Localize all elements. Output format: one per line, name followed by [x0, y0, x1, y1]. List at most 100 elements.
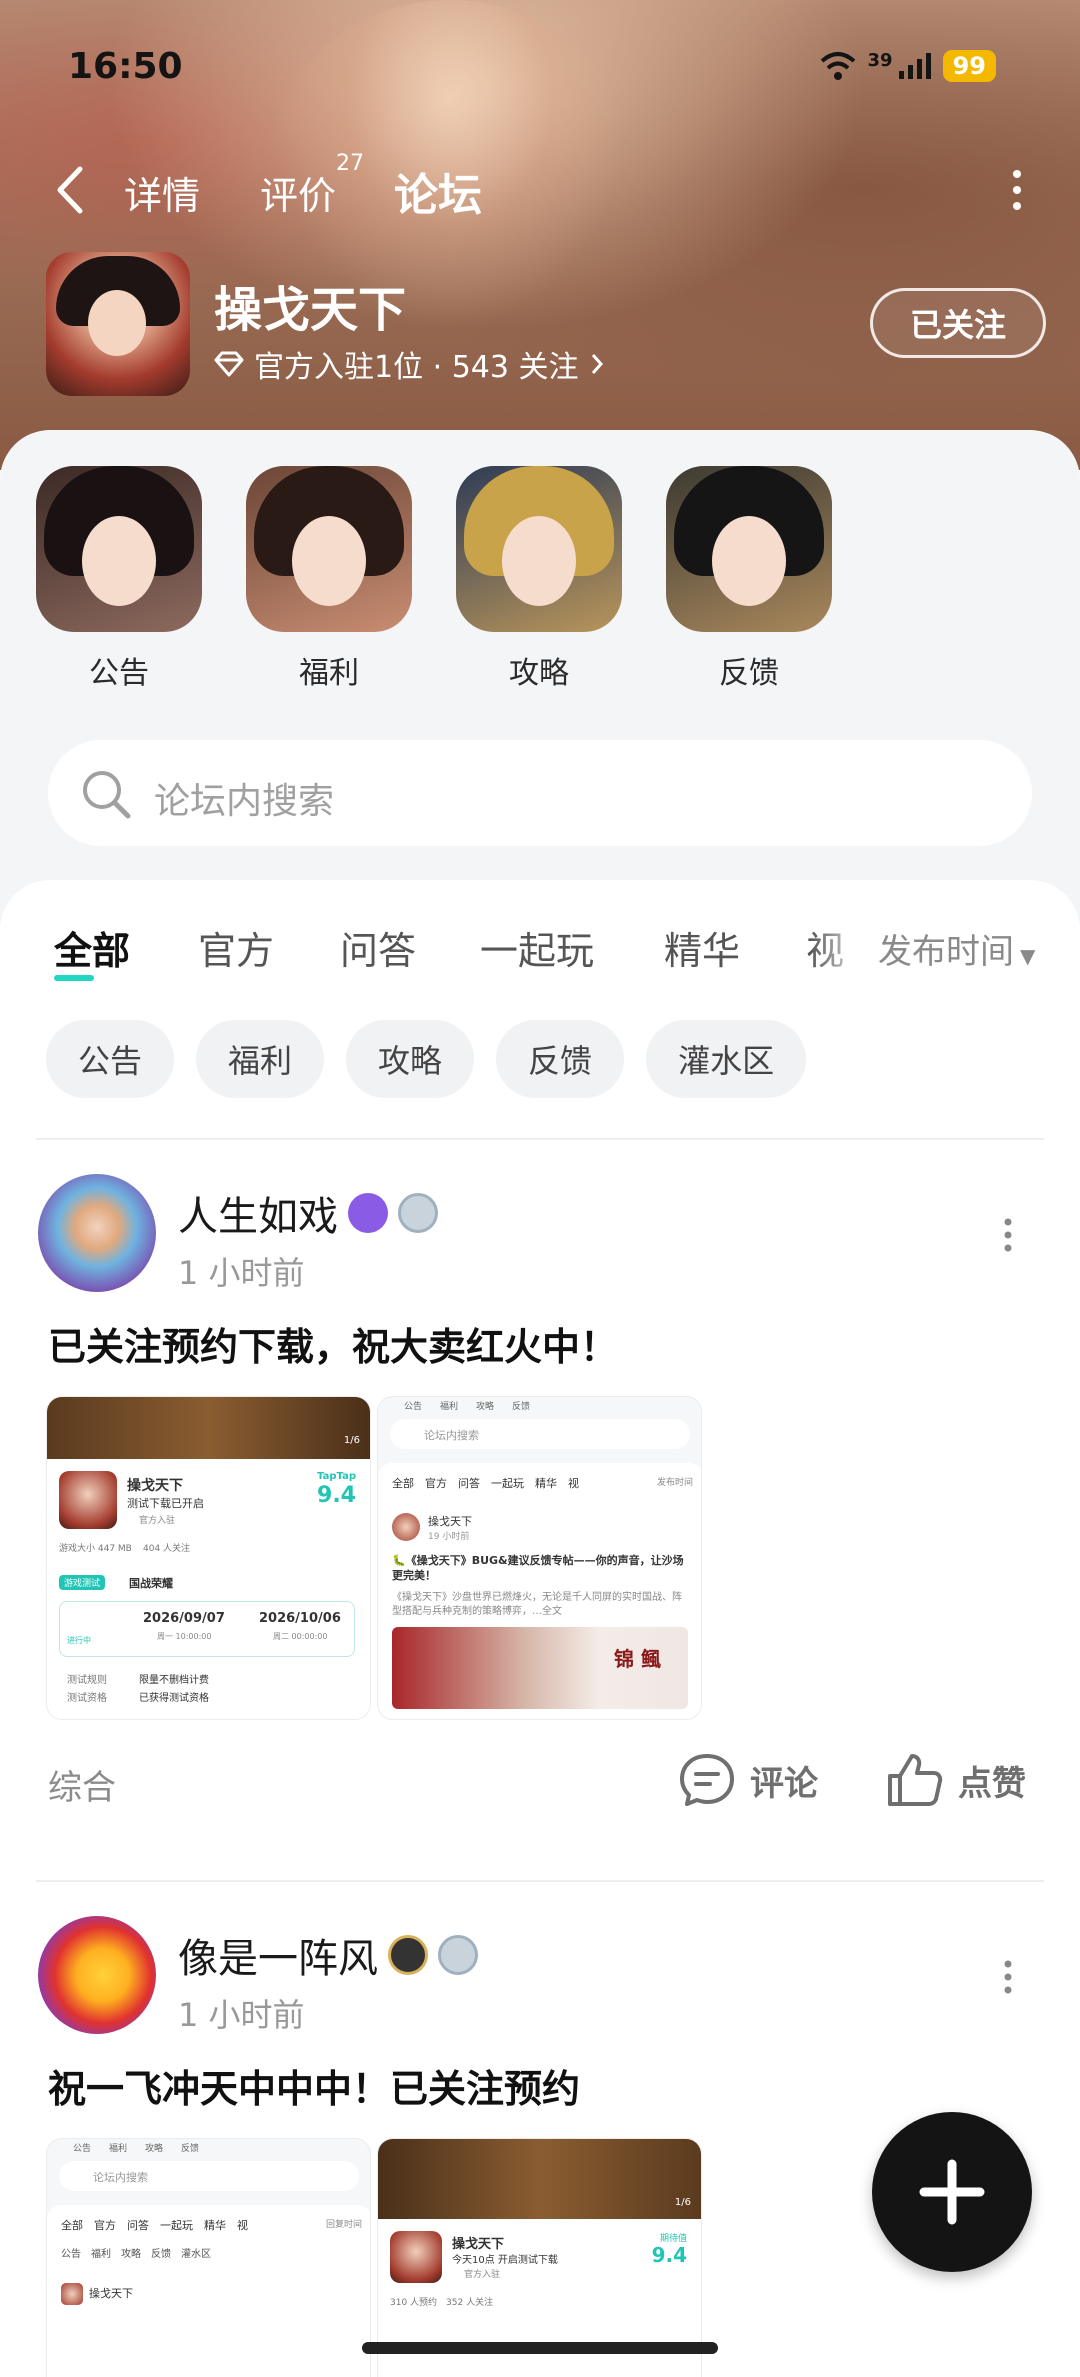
divider [36, 1138, 1044, 1140]
tab-reviews[interactable]: 评价 [260, 165, 336, 220]
mini-rule-value: 已获得测试资格 [139, 1693, 209, 1704]
divider [36, 1880, 1044, 1882]
mini-date-end: 2026/10/06 [259, 1611, 341, 1626]
post-image[interactable]: 公告 福利 攻略 反馈 论坛内搜索 全部 官方 问答 一起玩 精华 视 回复时间… [46, 2138, 371, 2377]
mini-rule-value: 限量不删档计费 [139, 1675, 209, 1686]
guide-thumbnail [456, 466, 622, 632]
status-bar: 16:50 39 99 [0, 40, 1080, 100]
mini-chips: 公告 福利 攻略 反馈 灌水区 [61, 2249, 211, 2260]
shortcut-guide[interactable]: 攻略 [454, 466, 624, 692]
game-meta[interactable]: 官方入驻1位 · 543 关注 [214, 342, 605, 386]
announcement-thumbnail [36, 466, 202, 632]
image-counter: 1/6 [343, 1435, 360, 1446]
status-icons: 39 99 [818, 50, 996, 82]
sort-dropdown[interactable]: 发布时间 ▼ [872, 924, 1036, 973]
shortcut-label: 福利 [299, 656, 359, 691]
diamond-icon [214, 351, 244, 377]
mini-tabs: 公告 福利 攻略 反馈 [73, 2144, 200, 2154]
network-label: 39 [867, 50, 893, 71]
post-images: 1/6 操戈天下 测试下载已开启 官方入驻 TapTap 9.4 游戏大小 44… [46, 1396, 702, 1720]
user-avatar[interactable] [38, 1916, 156, 2034]
mini-official: 官方入驻 [139, 1516, 176, 1526]
mini-banner-text: 锦 鲺 [614, 1647, 661, 1671]
more-vertical-icon[interactable] [1012, 169, 1022, 211]
category-chips: 公告 福利 攻略 反馈 灌水区 [46, 1020, 807, 1098]
post-author[interactable]: 人生如戏 [178, 1184, 438, 1242]
signal-icon [898, 53, 931, 79]
tab-details[interactable]: 详情 [124, 165, 200, 220]
chip-announcement[interactable]: 公告 [46, 1020, 175, 1098]
post-time: 1 小时前 [178, 1254, 305, 1292]
mini-tabs: 公告 福利 攻略 反馈 [404, 1402, 531, 1412]
comment-button[interactable]: 评论 [678, 1752, 818, 1808]
mini-official: 官方入驻 [464, 2270, 501, 2280]
follow-button[interactable]: 已关注 [870, 288, 1046, 358]
mini-sort: 回复时间 [325, 2217, 362, 2230]
shortcut-feedback[interactable]: 反馈 [664, 466, 834, 692]
mini-score: 9.4 [317, 1483, 356, 1508]
user-avatar[interactable] [38, 1174, 156, 1292]
new-post-button[interactable] [868, 2108, 1036, 2276]
more-vertical-icon[interactable] [1004, 1960, 1012, 1994]
chip-welfare[interactable]: 福利 [196, 1020, 325, 1098]
mini-test-name: 国战荣耀 [129, 1577, 173, 1590]
mini-follows: 404 人关注 [143, 1544, 191, 1554]
like-label: 点赞 [958, 1763, 1026, 1804]
username-text: 像是一阵风 [178, 1936, 378, 1982]
mini-subtitle: 今天10点 开启测试下载 [452, 2255, 558, 2266]
username-text: 人生如戏 [178, 1194, 338, 1240]
shortcut-welfare[interactable]: 福利 [244, 466, 414, 692]
welfare-thumbnail [246, 466, 412, 632]
post-category[interactable]: 综合 [48, 1760, 116, 1809]
comment-icon [680, 1754, 734, 1806]
mini-post-body: 《操戈天下》沙盘世界已燃烽火，无论是千人同屏的实时国战、阵型搭配与兵种克制的策略… [392, 1592, 682, 1617]
post-image[interactable]: 公告 福利 攻略 反馈 论坛内搜索 全部 官方 问答 一起玩 精华 视 发布时间… [377, 1396, 702, 1720]
shortcut-announcement[interactable]: 公告 [34, 466, 204, 692]
mini-author: 操戈天下 [428, 1515, 472, 1528]
sort-label: 发布时间 [878, 932, 1014, 972]
filter-tab-featured[interactable]: 精华 [664, 920, 740, 975]
chip-chat[interactable]: 灌水区 [646, 1020, 807, 1098]
tab-forum[interactable]: 论坛 [394, 159, 482, 223]
mini-stats: 310 人预约 352 人关注 [390, 2298, 494, 2308]
mini-filter-tabs: 全部 官方 问答 一起玩 精华 视 [392, 1477, 579, 1490]
taptap-badge-icon [438, 1935, 478, 1975]
chip-feedback[interactable]: 反馈 [496, 1020, 625, 1098]
mini-post-title: 🐛《操戈天下》BUG&建议反馈专帖——你的声音，让沙场更完美！ [392, 1554, 684, 1582]
plus-icon [919, 2159, 985, 2225]
mini-date-end-sub: 周二 00:00:00 [273, 1632, 328, 1641]
wifi-icon [820, 52, 855, 80]
image-counter: 1/6 [674, 2197, 691, 2208]
mini-author: 操戈天下 [89, 2287, 133, 2300]
post-author[interactable]: 像是一阵风 [178, 1926, 478, 1984]
mini-rule-key: 测试资格 [67, 1693, 107, 1704]
post-title: 祝一飞冲天中中中！已关注预约 [48, 2067, 581, 2111]
post-image[interactable]: 1/6 操戈天下 测试下载已开启 官方入驻 TapTap 9.4 游戏大小 44… [46, 1396, 371, 1720]
shortcut-label: 攻略 [509, 656, 569, 691]
more-vertical-icon[interactable] [1004, 1218, 1012, 1252]
mini-date-start-sub: 周一 10:00:00 [157, 1632, 212, 1641]
filter-tab-all[interactable]: 全部 [54, 920, 130, 981]
comment-label: 评论 [750, 1763, 818, 1804]
filter-tab-play-together[interactable]: 一起玩 [480, 920, 594, 975]
mini-time: 19 小时前 [428, 1532, 470, 1542]
game-icon[interactable] [46, 252, 190, 396]
filter-tab-official[interactable]: 官方 [198, 920, 274, 975]
shortcut-label: 公告 [89, 656, 149, 691]
level-badge-icon [348, 1193, 388, 1233]
game-title: 操戈天下 [214, 282, 407, 338]
mini-subtitle: 测试下载已开启 [127, 1497, 204, 1510]
chip-guide[interactable]: 攻略 [346, 1020, 475, 1098]
mini-date-start: 2026/09/07 [143, 1611, 225, 1626]
post-footer: 综合 评论 点赞 [48, 1750, 1032, 1810]
home-indicator[interactable] [362, 2342, 718, 2354]
like-button[interactable]: 点赞 [886, 1752, 1026, 1808]
filter-tab-qa[interactable]: 问答 [340, 920, 416, 975]
mini-size: 游戏大小 447 MB [59, 1544, 132, 1554]
mini-search: 论坛内搜索 [424, 1429, 479, 1442]
filter-tabs: 全部 官方 问答 一起玩 精华 视 发布时间▼ [0, 910, 1080, 981]
back-icon[interactable] [50, 165, 90, 215]
forum-search-bar[interactable]: 论坛内搜索 [48, 740, 1032, 846]
shortcut-label: 反馈 [719, 656, 779, 691]
caret-down-icon: ▼ [1020, 944, 1036, 968]
